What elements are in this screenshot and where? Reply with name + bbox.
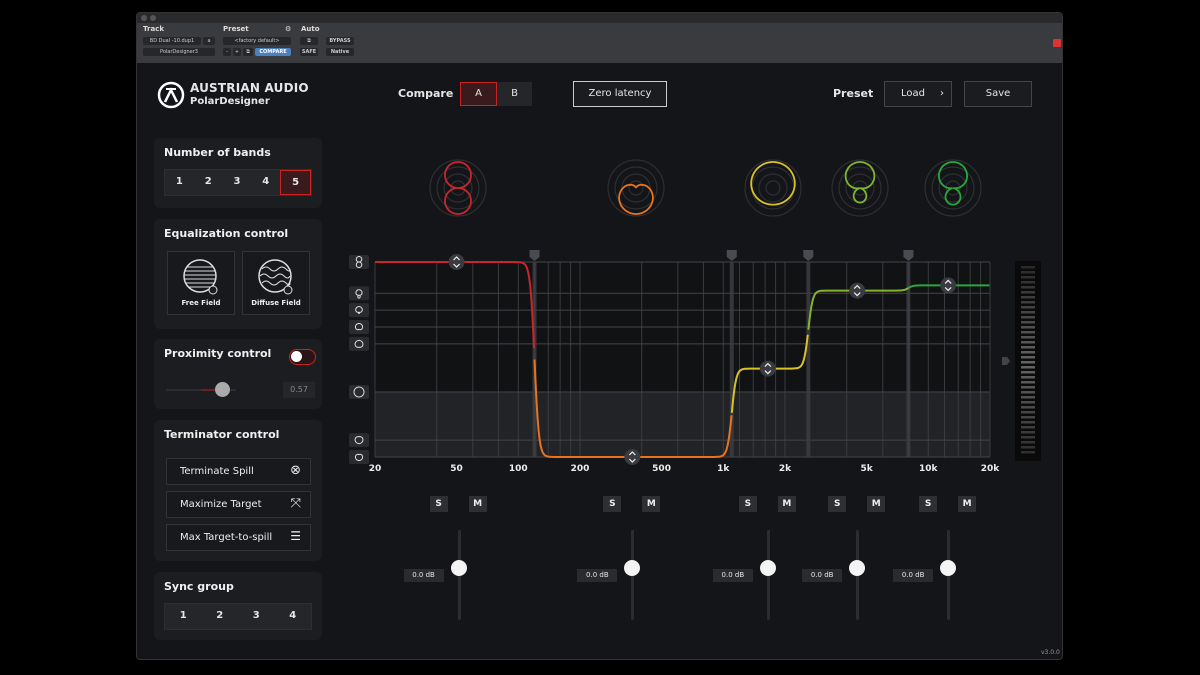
title-bar (137, 13, 1062, 23)
plugin-window: Track Preset ⚙ Auto BD Dual -10.dup1 a P… (136, 12, 1063, 660)
x-tick-label: 500 (652, 464, 671, 474)
band-3-pattern-handle[interactable] (759, 360, 776, 377)
hypercardioid-icon[interactable] (349, 286, 369, 301)
band-4-gain-value: 0.0 dB (802, 569, 843, 582)
crossover-handle[interactable] (803, 250, 814, 261)
close-window-button[interactable] (141, 15, 147, 21)
band-2-mute-button[interactable]: M (642, 496, 661, 512)
track-slot-select[interactable]: a (203, 37, 215, 45)
band-4-solo-button[interactable]: S (828, 496, 847, 512)
x-tick-label: 2k (779, 464, 792, 474)
x-tick-label: 10k (919, 464, 939, 474)
figure-8-icon[interactable] (349, 255, 369, 269)
band-4-pattern-handle[interactable] (849, 282, 866, 299)
band-3-mute-button[interactable]: M (777, 496, 796, 512)
cardioid-icon[interactable] (349, 320, 369, 334)
output-level-meter[interactable] (1015, 261, 1041, 461)
crossover-handle[interactable] (529, 250, 540, 261)
track-select[interactable]: BD Dual -10.dup1 (143, 37, 201, 45)
wide-cardioid-icon[interactable] (349, 336, 369, 351)
supercardioid-icon[interactable] (349, 303, 369, 318)
track-label: Track (143, 25, 164, 33)
minimize-window-button[interactable] (150, 15, 156, 21)
crossover-line[interactable] (806, 262, 811, 457)
preset-next-button[interactable]: + (233, 48, 241, 56)
band-2-gain-value: 0.0 dB (577, 569, 618, 582)
x-tick-label: 200 (571, 464, 590, 474)
omni-icon[interactable] (349, 385, 369, 399)
plugin-body: AUSTRIAN AUDIO PolarDesigner Compare A B… (137, 63, 1062, 659)
x-tick-label: 1k (717, 464, 730, 474)
band-2-polar-pattern (607, 159, 665, 217)
copy-icon[interactable]: ⧉ (243, 48, 253, 56)
band-5-pattern-handle[interactable] (940, 277, 957, 294)
band-1-polar-pattern (429, 159, 487, 217)
crossover-handle[interactable] (726, 250, 737, 261)
crossover-line[interactable] (906, 262, 911, 457)
band-3-solo-button[interactable]: S (738, 496, 757, 512)
band-1-gain-value: 0.0 dB (403, 569, 444, 582)
x-tick-label: 50 (450, 464, 463, 474)
preset-label: Preset (223, 25, 249, 33)
band-3-gain-value: 0.0 dB (712, 569, 753, 582)
band-2-pattern-handle[interactable] (624, 449, 641, 465)
x-tick-label: 100 (509, 464, 528, 474)
auto-label: Auto (301, 25, 320, 33)
host-header: Track Preset ⚙ Auto BD Dual -10.dup1 a P… (137, 23, 1062, 63)
plugin-select[interactable]: PolarDesigner3 (143, 48, 215, 56)
version-label: v3.0.0 (1041, 649, 1060, 656)
bypass-button[interactable]: BYPASS (326, 37, 354, 45)
x-tick-label: 20k (981, 464, 1001, 474)
preset-prev-button[interactable]: - (223, 48, 231, 56)
x-tick-label: 20 (369, 464, 382, 474)
band-1-pattern-handle[interactable] (448, 254, 465, 270)
crossover-handle[interactable] (903, 250, 914, 261)
auto-copy-icon[interactable]: ⧉ (300, 37, 318, 45)
band-5-solo-button[interactable]: S (919, 496, 938, 512)
preset-select[interactable]: <factory default> (223, 37, 291, 45)
settings-icon[interactable]: ⚙ (285, 25, 291, 33)
native-button[interactable]: Native (326, 48, 354, 56)
band-5-mute-button[interactable]: M (958, 496, 977, 512)
meter-level-handle[interactable] (1002, 357, 1010, 365)
band-3-gain-handle[interactable] (759, 560, 776, 576)
band-5-gain-value: 0.0 dB (893, 569, 934, 582)
x-tick-label: 5k (860, 464, 873, 474)
reverse-region (375, 392, 990, 457)
band-4-polar-pattern (831, 159, 889, 217)
band-5-polar-pattern (924, 159, 982, 217)
compare-button[interactable]: COMPARE (255, 48, 291, 56)
reverse-wide-cardioid-icon[interactable] (349, 433, 369, 448)
band-3-polar-pattern (744, 159, 802, 217)
band-1-mute-button[interactable]: M (468, 496, 487, 512)
band-4-mute-button[interactable]: M (867, 496, 886, 512)
record-indicator (1053, 39, 1061, 47)
safe-button[interactable]: SAFE (300, 48, 318, 56)
band-1-gain-handle[interactable] (450, 560, 467, 576)
band-1-solo-button[interactable]: S (429, 496, 448, 512)
band-2-solo-button[interactable]: S (603, 496, 622, 512)
reverse-cardioid-icon[interactable] (349, 450, 369, 464)
